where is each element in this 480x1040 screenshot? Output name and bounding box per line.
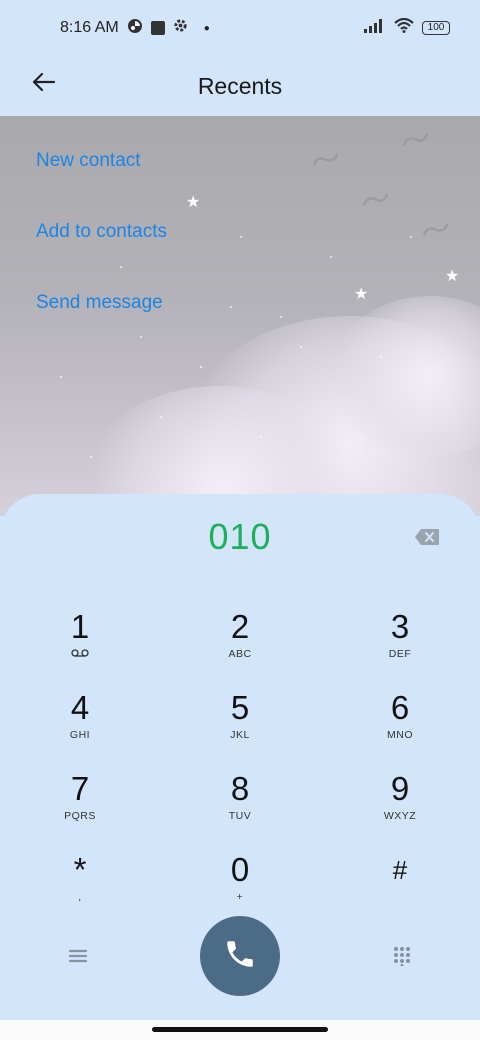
wallpaper-background: 〜 〜 〜 〜 ★ ★ ★ bbox=[0, 116, 480, 516]
key-letters: MNO bbox=[387, 729, 413, 741]
key-1[interactable]: 1 bbox=[20, 608, 140, 680]
key-letters: TUV bbox=[228, 810, 252, 822]
notification-dot-icon: ● bbox=[203, 22, 210, 34]
key-digit: 4 bbox=[70, 689, 90, 726]
key-digit: 5 bbox=[230, 689, 250, 726]
voicemail-icon bbox=[20, 648, 140, 660]
key-7[interactable]: 7 PQRS bbox=[20, 770, 140, 842]
key-4[interactable]: 4 GHI bbox=[20, 689, 140, 761]
settings-gear-icon bbox=[173, 18, 188, 38]
app-header: Recents bbox=[0, 56, 480, 116]
key-digit: 1 bbox=[70, 608, 90, 645]
key-9[interactable]: 9 WXYZ bbox=[340, 770, 460, 842]
call-button[interactable] bbox=[200, 916, 280, 996]
send-message-link[interactable]: Send message bbox=[36, 292, 163, 314]
key-star[interactable]: * , bbox=[20, 851, 140, 923]
key-digit: 2 bbox=[230, 608, 250, 645]
key-3[interactable]: 3 DEF bbox=[340, 608, 460, 680]
add-to-contacts-link[interactable]: Add to contacts bbox=[36, 221, 167, 243]
key-digit: 6 bbox=[390, 689, 410, 726]
bird-icon: 〜 bbox=[306, 140, 346, 182]
bird-icon: 〜 bbox=[356, 180, 396, 222]
dialer-panel: 010 1 2 ABC 3 DEF 4 GHI 5 JKL 6 MNO 7 PQ… bbox=[0, 494, 480, 1020]
key-letters: WXYZ bbox=[383, 810, 417, 822]
signal-icon bbox=[364, 18, 386, 38]
status-bar: 8:16 AM ● 100 bbox=[0, 0, 480, 56]
key-letters: + bbox=[236, 891, 244, 903]
dialpad-icon[interactable] bbox=[387, 941, 417, 971]
bird-icon: 〜 bbox=[416, 210, 456, 252]
key-0[interactable]: 0 + bbox=[180, 851, 300, 923]
key-digit: 7 bbox=[70, 770, 90, 807]
key-digit: # bbox=[392, 855, 408, 885]
key-8[interactable]: 8 TUV bbox=[180, 770, 300, 842]
key-letters: GHI bbox=[69, 729, 91, 741]
phone-icon bbox=[223, 937, 257, 976]
navigation-bar bbox=[0, 1020, 480, 1040]
square-icon bbox=[150, 21, 165, 35]
key-digit: 8 bbox=[230, 770, 250, 807]
key-hash[interactable]: # bbox=[340, 851, 460, 923]
key-letters: DEF bbox=[388, 648, 412, 660]
backspace-icon[interactable] bbox=[414, 528, 440, 546]
star-icon: ★ bbox=[186, 194, 201, 211]
home-indicator[interactable] bbox=[152, 1027, 328, 1032]
key-digit: 3 bbox=[390, 608, 410, 645]
dialed-number: 010 bbox=[208, 516, 272, 557]
key-letters: PQRS bbox=[64, 810, 96, 822]
key-2[interactable]: 2 ABC bbox=[180, 608, 300, 680]
key-letters: JKL bbox=[230, 729, 250, 741]
bird-icon: 〜 bbox=[396, 120, 436, 162]
status-time: 8:16 AM bbox=[60, 19, 119, 36]
key-letters: ABC bbox=[228, 648, 252, 660]
new-contact-link[interactable]: New contact bbox=[36, 150, 141, 172]
wifi-icon bbox=[394, 17, 414, 38]
key-digit: * bbox=[73, 851, 87, 888]
key-letters: , bbox=[78, 891, 82, 903]
back-arrow-icon[interactable] bbox=[30, 70, 60, 94]
menu-icon[interactable] bbox=[63, 941, 93, 971]
key-digit: 0 bbox=[230, 851, 250, 888]
vpn-icon bbox=[127, 18, 143, 39]
star-icon: ★ bbox=[445, 268, 460, 285]
page-title: Recents bbox=[197, 72, 283, 99]
key-6[interactable]: 6 MNO bbox=[340, 689, 460, 761]
star-icon: ★ bbox=[354, 286, 369, 303]
key-5[interactable]: 5 JKL bbox=[180, 689, 300, 761]
key-digit: 9 bbox=[390, 770, 410, 807]
battery-icon: 100 bbox=[422, 21, 450, 35]
